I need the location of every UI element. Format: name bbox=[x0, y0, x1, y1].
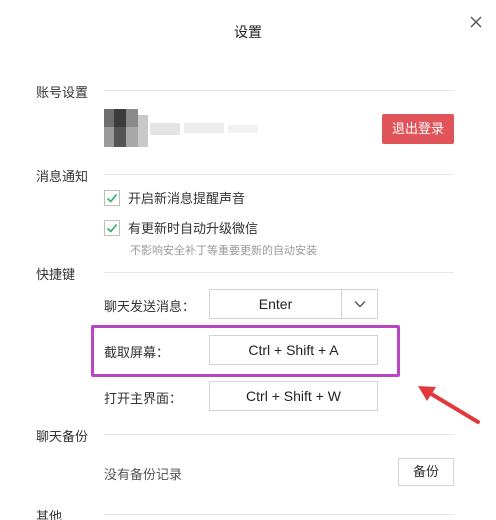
chevron-down-icon bbox=[354, 301, 365, 308]
section-label-backup: 聊天备份 bbox=[36, 429, 89, 444]
checkbox[interactable] bbox=[104, 219, 120, 236]
close-icon[interactable] bbox=[468, 14, 484, 30]
option-label: 开启新消息提醒声音 bbox=[128, 191, 246, 206]
auto-upgrade-hint: 不影响安全补丁等重要更新的自动安装 bbox=[130, 245, 317, 257]
section-label-notifications: 消息通知 bbox=[36, 169, 89, 184]
highlight-box bbox=[91, 325, 400, 377]
backup-button[interactable]: 备份 bbox=[398, 458, 454, 486]
settings-window: 设置 账号设置 退出登录 消息通知 开启新消息提醒声音 有更新时自动升级微信 不… bbox=[0, 0, 496, 520]
divider bbox=[104, 514, 454, 515]
divider bbox=[104, 90, 454, 91]
option-label: 有更新时自动升级微信 bbox=[128, 221, 259, 236]
arrow-icon bbox=[418, 386, 480, 424]
open-main-label: 打开主界面： bbox=[104, 391, 183, 406]
section-label-shortcuts: 快捷键 bbox=[36, 267, 76, 282]
option-new-message-sound[interactable]: 开启新消息提醒声音 bbox=[104, 188, 245, 207]
section-label-account: 账号设置 bbox=[36, 85, 89, 100]
option-auto-upgrade[interactable]: 有更新时自动升级微信 bbox=[104, 218, 258, 237]
backup-status: 没有备份记录 bbox=[104, 467, 183, 482]
section-label-other: 其他 bbox=[36, 509, 63, 520]
send-message-dropdown[interactable] bbox=[341, 289, 378, 319]
checkbox[interactable] bbox=[104, 189, 120, 206]
divider bbox=[104, 272, 454, 273]
send-message-select[interactable]: Enter bbox=[209, 289, 342, 319]
send-message-label: 聊天发送消息： bbox=[104, 299, 196, 314]
check-icon bbox=[106, 193, 118, 203]
open-main-shortcut-input[interactable]: Ctrl + Shift + W bbox=[209, 381, 378, 411]
logout-button[interactable]: 退出登录 bbox=[382, 114, 454, 144]
check-icon bbox=[106, 223, 118, 233]
divider bbox=[104, 434, 454, 435]
divider bbox=[104, 174, 454, 175]
window-title: 设置 bbox=[234, 24, 262, 40]
avatar bbox=[104, 109, 258, 147]
